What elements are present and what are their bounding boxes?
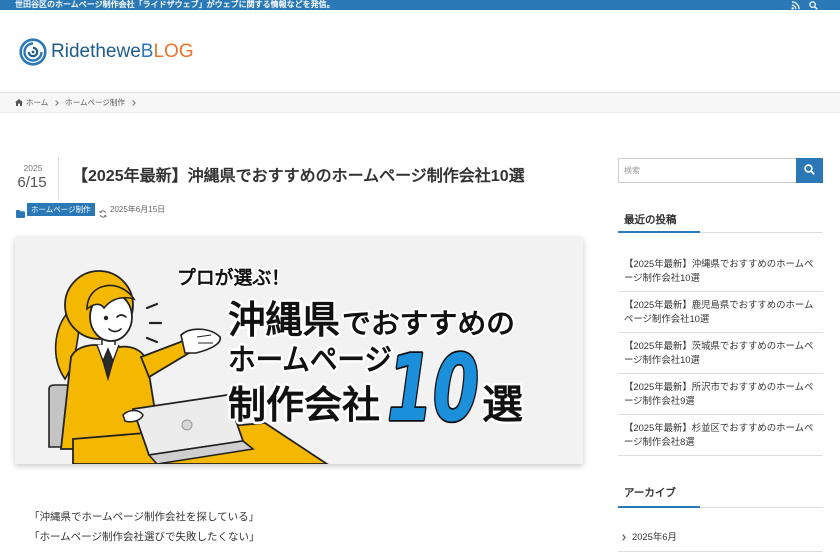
intro-quote: 「ホームページ制作会社選びで失敗したくない」 bbox=[29, 531, 260, 543]
chevron-right-icon bbox=[132, 99, 136, 106]
breadcrumb-home[interactable]: ホーム bbox=[15, 97, 48, 108]
recent-post-item[interactable]: 【2025年最新】杉並区でおすすめのホームページ制作会社8選 bbox=[618, 415, 823, 456]
eyecatch-line3: 制作会社 bbox=[228, 383, 380, 427]
site-logo[interactable]: RidetheweBLOG bbox=[19, 38, 194, 66]
logo-text-b: B bbox=[140, 41, 154, 62]
eyecatch-region: 沖縄県 bbox=[228, 298, 340, 342]
eyecatch-last: 選 bbox=[482, 382, 523, 428]
date-divider bbox=[58, 157, 59, 199]
search-icon bbox=[804, 163, 815, 178]
eyecatch-line2: ホームページ bbox=[228, 343, 392, 378]
post-date-monthday: 6/15 bbox=[17, 174, 47, 191]
swirl-logo-icon bbox=[19, 38, 47, 66]
archive-heading: アーカイブ bbox=[624, 487, 676, 499]
archive-item[interactable]: 2025年6月 bbox=[618, 523, 823, 552]
rss-icon[interactable] bbox=[791, 1, 800, 10]
site-header: RidetheweBLOG bbox=[0, 10, 840, 93]
category-badge[interactable]: ホームページ制作 bbox=[27, 203, 95, 216]
site-tagline: 世田谷区のホームページ制作会社「ライドザウェブ」がウェブに関する情報などを発信。 bbox=[15, 0, 335, 9]
chevron-right-icon bbox=[618, 533, 632, 541]
eyecatch-image: プロが選ぶ！ 沖縄県 でおすすめの ホームページ 制作会社 10 選 bbox=[15, 237, 583, 464]
intro-quotes: 「沖縄県でホームページ制作会社を探している」 「ホームページ制作会社選びで失敗し… bbox=[29, 507, 259, 547]
chevron-right-icon bbox=[55, 99, 60, 106]
logo-text-main: Ridethewe bbox=[51, 41, 141, 62]
recent-posts-list: 【2025年最新】沖縄県でおすすめのホームページ制作会社10選 【2025年最新… bbox=[618, 251, 823, 456]
logo-wordmark: RidetheweBLOG bbox=[51, 38, 194, 66]
updated-date: 2025年6月15日 bbox=[110, 205, 166, 214]
refresh-icon bbox=[99, 205, 107, 218]
heading-underline-accent bbox=[618, 506, 700, 508]
eyecatch-number: 10 bbox=[387, 335, 479, 442]
breadcrumb: ホーム ホームページ制作 bbox=[0, 93, 840, 113]
post-date-year: 2025 bbox=[23, 163, 43, 173]
recent-post-item[interactable]: 【2025年最新】所沢市でおすすめのホームページ制作会社9選 bbox=[618, 374, 823, 415]
intro-quote: 「沖縄県でホームページ制作会社を探している」 bbox=[29, 511, 260, 523]
recent-posts-heading: 最近の投稿 bbox=[624, 214, 677, 226]
heading-underline-accent bbox=[618, 231, 700, 233]
eyecatch-lead: プロが選ぶ！ bbox=[177, 266, 290, 289]
search-icon[interactable] bbox=[809, 1, 818, 10]
search-button[interactable] bbox=[796, 158, 823, 183]
breadcrumb-home-label: ホーム bbox=[26, 98, 49, 107]
folder-icon bbox=[16, 205, 25, 218]
search-input[interactable] bbox=[618, 158, 796, 183]
archive-list: 2025年6月 bbox=[618, 523, 823, 552]
recent-post-item[interactable]: 【2025年最新】沖縄県でおすすめのホームページ制作会社10選 bbox=[618, 251, 823, 292]
recent-post-item[interactable]: 【2025年最新】茨城県でおすすめのホームページ制作会社10選 bbox=[618, 333, 823, 374]
top-bar: 世田谷区のホームページ制作会社「ライドザウェブ」がウェブに関する情報などを発信。 bbox=[0, 0, 840, 10]
entry-title: 【2025年最新】沖縄県でおすすめのホームページ制作会社10選 bbox=[72, 168, 525, 185]
recent-post-item[interactable]: 【2025年最新】鹿児島県でおすすめのホームページ制作会社10選 bbox=[618, 292, 823, 333]
archive-item-label: 2025年6月 bbox=[632, 531, 677, 542]
logo-text-log: LOG bbox=[153, 41, 194, 62]
breadcrumb-category[interactable]: ホームページ制作 bbox=[65, 97, 125, 108]
home-icon bbox=[15, 99, 23, 106]
